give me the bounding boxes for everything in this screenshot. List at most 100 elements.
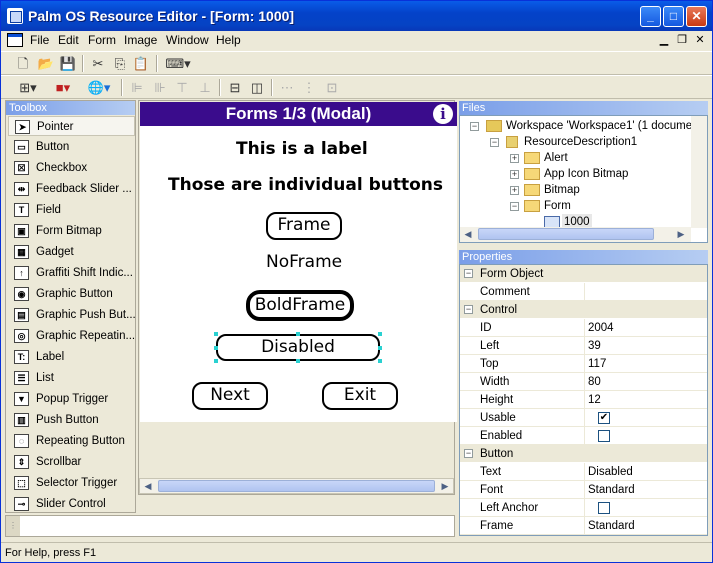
new-file-icon[interactable]: 🗋 <box>14 55 32 72</box>
globe-dropdown-icon[interactable]: 🌐▾ <box>84 79 114 96</box>
scroll-left-icon[interactable]: ◀ <box>140 479 156 493</box>
next-button[interactable]: Next <box>192 382 268 410</box>
same-size-icon[interactable]: ⊡ <box>323 79 341 96</box>
label-this-is-a-label[interactable]: This is a label <box>236 139 368 159</box>
selection-handle[interactable] <box>378 346 382 350</box>
menu-form[interactable]: Form <box>82 33 122 48</box>
expand-icon[interactable]: + <box>510 186 519 195</box>
toolbox-item[interactable]: ▣ Form Bitmap <box>8 221 135 241</box>
collapse-icon[interactable]: − <box>464 449 473 458</box>
toolbox-item[interactable]: T Field <box>8 200 135 220</box>
tree-folder-app-icon-bitmap[interactable]: App Icon Bitmap <box>544 166 628 182</box>
exit-button[interactable]: Exit <box>322 382 398 410</box>
collapse-icon[interactable]: − <box>464 269 473 278</box>
prop-left[interactable]: Left 39 <box>460 337 707 355</box>
boldframe-button[interactable]: BoldFrame <box>246 290 354 321</box>
minimize-button[interactable]: _ <box>640 6 661 27</box>
toolbox-item[interactable]: T: Label <box>8 347 135 367</box>
toolbox-item[interactable]: ➤ Pointer <box>8 116 135 136</box>
menu-window[interactable]: Window <box>160 33 215 48</box>
title-bar[interactable]: Palm OS Resource Editor - [Form: 1000] _… <box>1 1 712 31</box>
selection-handle[interactable] <box>378 359 382 363</box>
prop-value[interactable]: Disabled <box>588 463 633 481</box>
usable-checkbox[interactable]: ✔ <box>598 412 610 424</box>
scroll-thumb[interactable] <box>158 480 435 492</box>
maximize-button[interactable]: □ <box>663 6 684 27</box>
selection-handle[interactable] <box>214 359 218 363</box>
info-icon[interactable]: i <box>433 104 453 124</box>
enabled-checkbox[interactable] <box>598 430 610 442</box>
align-left-icon[interactable]: ⊫ <box>128 79 146 96</box>
collapse-icon[interactable]: − <box>490 138 499 147</box>
prop-comment[interactable]: Comment <box>460 283 707 301</box>
prop-value[interactable]: 39 <box>588 337 601 355</box>
prop-width[interactable]: Width 80 <box>460 373 707 391</box>
disabled-button[interactable]: Disabled <box>216 334 380 361</box>
left-anchor-checkbox[interactable] <box>598 502 610 514</box>
toolbox-item[interactable]: ▼ Popup Trigger <box>8 389 135 409</box>
prop-value[interactable]: Standard <box>588 481 635 499</box>
collapse-icon[interactable]: − <box>464 305 473 314</box>
selection-handle[interactable] <box>296 359 300 363</box>
expand-icon[interactable]: + <box>510 154 519 163</box>
category-form-object[interactable]: − Form Object <box>460 265 707 283</box>
files-horizontal-scrollbar[interactable]: ◀ ▶ <box>460 227 691 242</box>
mdi-minimize-icon[interactable]: ▁ <box>656 33 672 47</box>
selection-handle[interactable] <box>296 332 300 336</box>
space-across-icon[interactable]: ⋯ <box>278 79 296 96</box>
document-icon[interactable] <box>7 33 23 47</box>
mdi-close-icon[interactable]: ✕ <box>692 33 708 47</box>
prop-height[interactable]: Height 12 <box>460 391 707 409</box>
prop-value[interactable]: Standard <box>588 517 635 535</box>
menu-edit[interactable]: Edit <box>52 33 85 48</box>
grid-dropdown-icon[interactable]: ⊞▾ <box>13 79 43 96</box>
menu-image[interactable]: Image <box>118 33 163 48</box>
toolbox-item[interactable]: ⇹ Feedback Slider ... <box>8 179 135 199</box>
toolbox-item[interactable]: ↑ Graffiti Shift Indic... <box>8 263 135 283</box>
form-horizontal-scrollbar[interactable]: ◀ ▶ <box>139 478 454 494</box>
toolbox-item[interactable]: ◉ Graphic Button <box>8 284 135 304</box>
close-button[interactable]: ✕ <box>686 6 707 27</box>
label-individual-buttons[interactable]: Those are individual buttons <box>168 175 443 195</box>
toolbox-item[interactable]: ▦ Gadget <box>8 242 135 262</box>
color-dropdown-icon[interactable]: ■▾ <box>48 79 78 96</box>
prop-value[interactable]: 117 <box>588 355 606 373</box>
align-top-icon[interactable]: ⊤ <box>173 79 191 96</box>
selection-handle[interactable] <box>214 346 218 350</box>
toolbox-item[interactable]: ⊸ Slider Control <box>8 494 135 512</box>
center-horizontal-icon[interactable]: ◫ <box>248 79 266 96</box>
scroll-left-icon[interactable]: ◀ <box>460 227 476 241</box>
toolbox-item[interactable]: ◌ Repeating Button <box>8 431 135 451</box>
mdi-restore-icon[interactable]: ❐ <box>674 33 690 47</box>
copy-icon[interactable]: ⎘ <box>111 55 129 72</box>
device-dropdown-icon[interactable]: ⌨▾ <box>163 55 193 72</box>
tree-folder-form[interactable]: Form <box>544 198 571 214</box>
prop-id[interactable]: ID 2004 <box>460 319 707 337</box>
toolbox-item[interactable]: ▤ Graphic Push But... <box>8 305 135 325</box>
tree-workspace[interactable]: Workspace 'Workspace1' (1 document <box>506 118 702 134</box>
menu-file[interactable]: File <box>24 33 55 48</box>
tree-folder-bitmap[interactable]: Bitmap <box>544 182 580 198</box>
prop-value[interactable]: 12 <box>588 391 601 409</box>
paste-icon[interactable]: 📋 <box>132 55 150 72</box>
frame-button[interactable]: Frame <box>266 212 342 240</box>
center-vertical-icon[interactable]: ⊟ <box>226 79 244 96</box>
category-button[interactable]: − Button <box>460 445 707 463</box>
align-bottom-icon[interactable]: ⊥ <box>196 79 214 96</box>
tree-resource-description[interactable]: ResourceDescription1 <box>524 134 637 150</box>
noframe-button[interactable]: NoFrame <box>266 252 342 272</box>
open-folder-icon[interactable]: 📂 <box>37 55 55 72</box>
toolbox-item[interactable]: ☰ List <box>8 368 135 388</box>
prop-text[interactable]: Text Disabled <box>460 463 707 481</box>
toolbox-item[interactable]: ⬚ Selector Trigger <box>8 473 135 493</box>
tree-folder-alert[interactable]: Alert <box>544 150 568 166</box>
palm-form[interactable]: Forms 1/3 (Modal) i This is a label Thos… <box>140 102 457 422</box>
prop-enabled[interactable]: Enabled <box>460 427 707 445</box>
prop-font[interactable]: Font Standard <box>460 481 707 499</box>
prop-value[interactable]: 2004 <box>588 319 614 337</box>
scroll-thumb[interactable] <box>478 228 654 240</box>
toolbox-item[interactable]: ◎ Graphic Repeatin... <box>8 326 135 346</box>
menu-help[interactable]: Help <box>210 33 247 48</box>
selection-handle[interactable] <box>214 332 218 336</box>
prop-top[interactable]: Top 117 <box>460 355 707 373</box>
